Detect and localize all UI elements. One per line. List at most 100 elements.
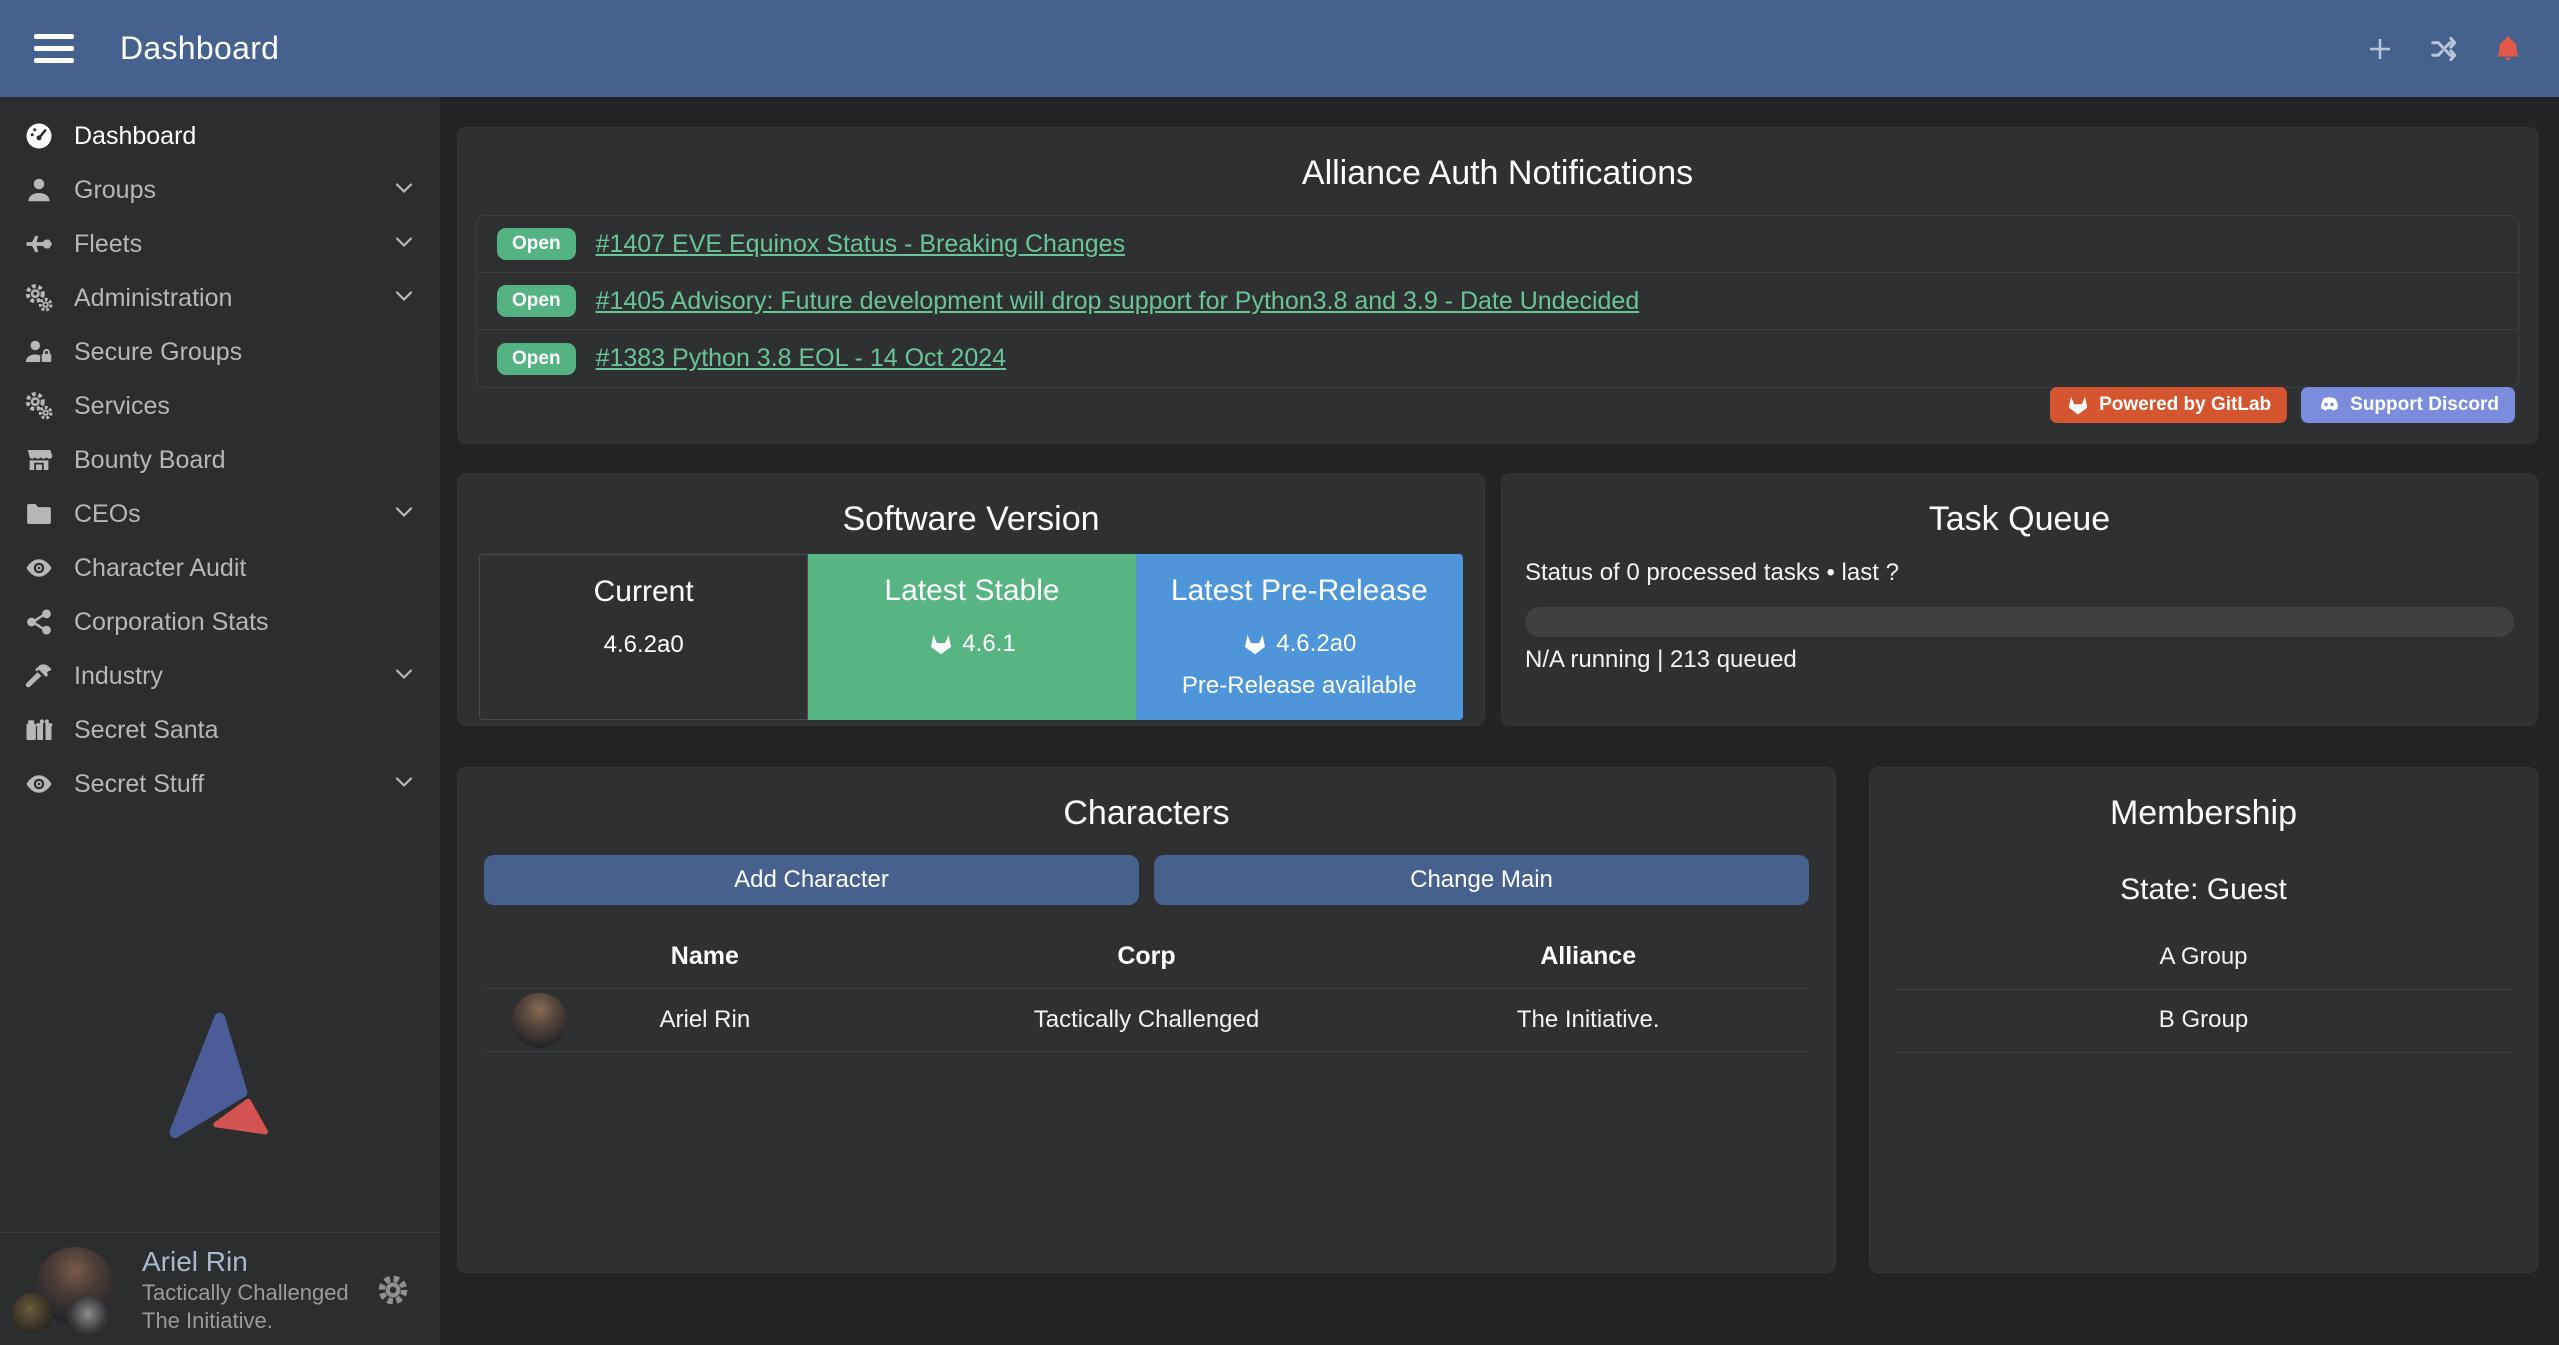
eye-icon [22, 553, 56, 583]
sidebar-item-bounty-board[interactable]: Bounty Board [0, 433, 440, 487]
user-info: Ariel Rin Tactically Challenged The Init… [142, 1244, 349, 1334]
status-badge: Open [497, 285, 576, 317]
user-lock-icon [22, 337, 56, 367]
notifications-panel: Alliance Auth Notifications Open #1407 E… [457, 127, 2538, 444]
navbar-actions [2363, 32, 2525, 66]
alliance-auth-logo [164, 1009, 276, 1155]
hamburger-menu-icon[interactable] [34, 34, 74, 63]
column-header-name: Name [484, 942, 926, 971]
character-name: Ariel Rin [484, 1006, 926, 1034]
character-corp: Tactically Challenged [926, 1006, 1368, 1034]
version-value: 4.6.2a0 [604, 631, 684, 659]
sidebar-item-secret-santa[interactable]: Secret Santa [0, 703, 440, 757]
sidebar-item-secret-stuff[interactable]: Secret Stuff [0, 757, 440, 811]
corp-logo-badge [12, 1293, 52, 1333]
version-label: Latest Pre-Release [1136, 574, 1463, 608]
user-settings-gear-icon[interactable] [378, 1275, 408, 1305]
sidebar: Dashboard Groups Fleets [0, 97, 440, 1345]
characters-table-header: Name Corp Alliance [484, 924, 1809, 988]
notification-link[interactable]: #1383 Python 3.8 EOL - 14 Oct 2024 [596, 344, 1006, 373]
chevron-down-icon [392, 176, 416, 205]
hammer-icon [22, 661, 56, 691]
characters-title: Characters [458, 768, 1835, 833]
shuffle-icon[interactable] [2427, 32, 2461, 66]
sidebar-item-label: Secret Stuff [74, 770, 204, 799]
version-value: 4.6.2a0 [1276, 630, 1356, 658]
sidebar-item-label: Character Audit [74, 554, 246, 583]
sidebar-item-corporation-stats[interactable]: Corporation Stats [0, 595, 440, 649]
sidebar-user-panel: Ariel Rin Tactically Challenged The Init… [0, 1232, 440, 1345]
discord-icon [2317, 393, 2341, 417]
sidebar-item-label: Services [74, 392, 170, 421]
version-columns: Current 4.6.2a0 Latest Stable 4.6.1 Late… [479, 554, 1463, 720]
sidebar-item-secure-groups[interactable]: Secure Groups [0, 325, 440, 379]
task-queue-title: Task Queue [1502, 474, 2537, 539]
gears-icon [22, 283, 56, 313]
powered-by-gitlab-badge[interactable]: Powered by GitLab [2050, 387, 2287, 423]
membership-groups-list: A Group B Group [1894, 927, 2513, 1053]
store-icon [22, 445, 56, 475]
sidebar-item-label: Secure Groups [74, 338, 242, 367]
sidebar-item-services[interactable]: Services [0, 379, 440, 433]
sidebar-item-label: Corporation Stats [74, 608, 269, 637]
table-row: Ariel Rin Tactically Challenged The Init… [484, 988, 1809, 1052]
column-header-corp: Corp [926, 942, 1368, 971]
gitlab-icon [1242, 631, 1268, 657]
task-queue-progress-bar [1525, 607, 2514, 637]
version-latest-prerelease: Latest Pre-Release 4.6.2a0 Pre-Release a… [1136, 554, 1463, 720]
notification-item: Open #1405 Advisory: Future development … [477, 273, 2518, 330]
sidebar-item-administration[interactable]: Administration [0, 271, 440, 325]
version-label: Current [480, 575, 807, 609]
sidebar-item-label: Dashboard [74, 122, 196, 151]
characters-panel: Characters Add Character Change Main Nam… [457, 767, 1836, 1273]
sidebar-item-label: Fleets [74, 230, 142, 259]
notifications-list: Open #1407 EVE Equinox Status - Breaking… [476, 215, 2519, 388]
gitlab-icon [928, 631, 954, 657]
software-version-panel: Software Version Current 4.6.2a0 Latest … [457, 473, 1485, 726]
characters-actions: Add Character Change Main [484, 855, 1809, 905]
notifications-title: Alliance Auth Notifications [458, 128, 2537, 193]
support-discord-badge[interactable]: Support Discord [2301, 387, 2515, 423]
gears-icon [22, 391, 56, 421]
membership-state: State: Guest [1870, 873, 2537, 907]
main-content: Alliance Auth Notifications Open #1407 E… [440, 97, 2559, 1345]
chevron-down-icon [392, 284, 416, 313]
sidebar-item-label: Administration [74, 284, 232, 313]
gifts-icon [22, 715, 56, 745]
alliance-logo-badge [67, 1295, 109, 1337]
share-nodes-icon [22, 607, 56, 637]
notification-item: Open #1383 Python 3.8 EOL - 14 Oct 2024 [477, 330, 2518, 387]
user-avatar-stack [24, 1241, 124, 1337]
add-character-button[interactable]: Add Character [484, 855, 1139, 905]
footer-badges: Powered by GitLab Support Discord [2050, 387, 2515, 423]
version-latest-stable: Latest Stable 4.6.1 [808, 554, 1135, 720]
software-version-title: Software Version [458, 474, 1484, 539]
sidebar-item-ceos[interactable]: CEOs [0, 487, 440, 541]
version-label: Latest Stable [808, 574, 1135, 608]
sidebar-item-label: Industry [74, 662, 163, 691]
sidebar-item-character-audit[interactable]: Character Audit [0, 541, 440, 595]
sidebar-item-groups[interactable]: Groups [0, 163, 440, 217]
gitlab-icon [2066, 393, 2090, 417]
chevron-down-icon [392, 662, 416, 691]
sidebar-item-fleets[interactable]: Fleets [0, 217, 440, 271]
version-value: 4.6.1 [962, 630, 1015, 658]
change-main-button[interactable]: Change Main [1154, 855, 1809, 905]
plus-icon[interactable] [2363, 32, 2397, 66]
sidebar-item-label: CEOs [74, 500, 141, 529]
sidebar-item-dashboard[interactable]: Dashboard [0, 109, 440, 163]
folder-icon [22, 499, 56, 529]
user-name: Ariel Rin [142, 1244, 349, 1279]
task-queue-counts: N/A running | 213 queued [1525, 646, 1797, 674]
chevron-down-icon [392, 500, 416, 529]
notification-link[interactable]: #1407 EVE Equinox Status - Breaking Chan… [596, 230, 1126, 259]
sidebar-item-label: Bounty Board [74, 446, 226, 475]
user-corp: Tactically Challenged [142, 1279, 349, 1307]
bell-icon[interactable] [2491, 32, 2525, 66]
characters-table: Name Corp Alliance Ariel Rin Tactically … [484, 924, 1809, 1052]
group-list-item: A Group [1894, 927, 2513, 990]
sidebar-item-industry[interactable]: Industry [0, 649, 440, 703]
prerelease-note: Pre-Release available [1136, 672, 1463, 700]
notification-link[interactable]: #1405 Advisory: Future development will … [596, 287, 1640, 316]
task-queue-panel: Task Queue Status of 0 processed tasks •… [1501, 473, 2538, 726]
